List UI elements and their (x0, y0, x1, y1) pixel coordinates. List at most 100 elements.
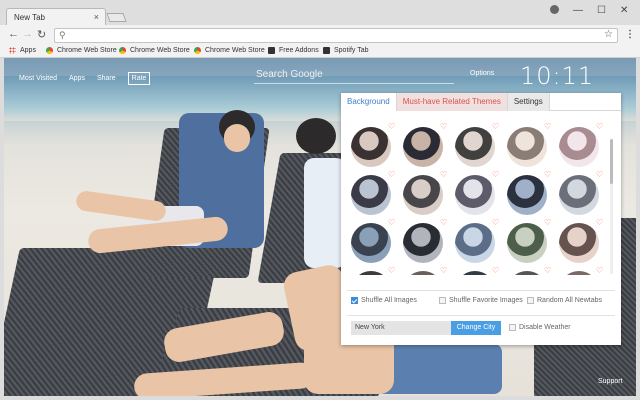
chrome-web-store-icon (194, 47, 201, 54)
chrome-menu-icon[interactable]: ⋮ (625, 29, 635, 40)
back-arrow-icon[interactable]: ← (8, 28, 19, 40)
panel-tabs: Background Must-have Related Themes Sett… (341, 93, 621, 111)
bookmark-chrome-web-store[interactable]: Chrome Web Store (46, 47, 117, 54)
reload-icon[interactable]: ↻ (37, 28, 46, 41)
favorite-heart-icon[interactable]: ♡ (492, 266, 499, 275)
chrome-web-store-icon (46, 47, 53, 54)
background-thumbnail[interactable] (455, 127, 495, 167)
profile-icon[interactable] (550, 5, 559, 14)
random-all-label: Random All Newtabs (537, 297, 602, 304)
favorite-heart-icon[interactable]: ♡ (388, 123, 395, 131)
favorite-heart-icon[interactable]: ♡ (440, 266, 447, 275)
browser-titlebar: New Tab × — ☐ ✕ (0, 0, 640, 25)
background-thumbnail[interactable] (403, 223, 443, 263)
favorite-heart-icon[interactable]: ♡ (596, 266, 603, 275)
favorite-heart-icon[interactable]: ♡ (492, 170, 499, 179)
background-thumbnail[interactable] (351, 175, 391, 215)
favorite-heart-icon[interactable]: ♡ (544, 123, 551, 131)
address-bar[interactable]: ⚲ ☆ (54, 28, 618, 43)
bookmark-free-addons[interactable]: Free Addons (268, 47, 319, 54)
scrollbar-thumb[interactable] (610, 139, 613, 184)
disable-weather-checkbox[interactable]: Disable Weather (509, 324, 571, 331)
background-thumbnail[interactable] (559, 271, 599, 275)
apps-link[interactable]: Apps (69, 75, 85, 82)
background-thumbnail[interactable] (351, 271, 391, 275)
apps-grid-icon (9, 47, 16, 54)
bookmark-label: Chrome Web Store (130, 47, 190, 54)
background-thumbnail[interactable] (403, 127, 443, 167)
background-person (304, 158, 346, 268)
favorite-heart-icon[interactable]: ♡ (596, 170, 603, 179)
background-thumbnail-grid: ♡ ♡ ♡ ♡ ♡ ♡ ♡ ♡ ♡ ♡ ♡ ♡ ♡ ♡ ♡ ♡ ♡ ♡ ♡ ♡ (349, 123, 607, 275)
change-city-button[interactable]: Change City (451, 321, 501, 335)
city-input[interactable]: New York (351, 321, 451, 335)
tab-related-themes[interactable]: Must-have Related Themes (396, 93, 507, 111)
favorite-heart-icon[interactable]: ♡ (544, 170, 551, 179)
favorite-heart-icon[interactable]: ♡ (596, 123, 603, 131)
search-icon: ⚲ (59, 30, 66, 40)
favorite-heart-icon[interactable]: ♡ (388, 170, 395, 179)
favorite-heart-icon[interactable]: ♡ (388, 218, 395, 227)
forward-arrow-icon[interactable]: → (22, 28, 33, 40)
background-thumbnail[interactable] (455, 223, 495, 263)
favorite-heart-icon[interactable]: ♡ (492, 218, 499, 227)
options-link[interactable]: Options (470, 70, 494, 77)
tab-title: New Tab (14, 13, 45, 22)
background-thumbnail[interactable] (351, 127, 391, 167)
share-link[interactable]: Share (97, 75, 116, 82)
divider (347, 315, 615, 316)
minimize-icon[interactable]: — (573, 5, 583, 16)
background-thumbnail[interactable] (559, 175, 599, 215)
background-thumbnail[interactable] (403, 271, 443, 275)
chrome-web-store-icon (119, 47, 126, 54)
addon-icon (323, 47, 330, 54)
bookmarks-bar: Apps Chrome Web Store Chrome Web Store C… (0, 45, 640, 58)
favorite-heart-icon[interactable]: ♡ (596, 218, 603, 227)
background-thumbnail[interactable] (455, 271, 495, 275)
disable-weather-label: Disable Weather (519, 324, 571, 331)
background-thumbnail[interactable] (507, 127, 547, 167)
tab-settings[interactable]: Settings (506, 93, 550, 111)
close-tab-icon[interactable]: × (94, 12, 99, 22)
rate-button[interactable]: Rate (127, 72, 151, 85)
shuffle-favorite-checkbox[interactable]: Shuffle Favorite Images (439, 297, 523, 304)
favorite-heart-icon[interactable]: ♡ (544, 266, 551, 275)
random-all-checkbox[interactable]: Random All Newtabs (527, 297, 602, 304)
favorite-heart-icon[interactable]: ♡ (440, 123, 447, 131)
background-thumbnail[interactable] (559, 223, 599, 263)
bookmark-star-icon[interactable]: ☆ (604, 29, 613, 40)
bookmark-label: Apps (20, 47, 36, 54)
background-thumbnail[interactable] (351, 223, 391, 263)
favorite-heart-icon[interactable]: ♡ (440, 170, 447, 179)
shuffle-all-checkbox[interactable]: Shuffle All Images (351, 297, 417, 304)
favorite-heart-icon[interactable]: ♡ (492, 123, 499, 131)
background-thumbnail[interactable] (455, 175, 495, 215)
background-thumbnail[interactable] (403, 175, 443, 215)
maximize-icon[interactable]: ☐ (597, 5, 606, 16)
bookmark-apps[interactable]: Apps (9, 47, 36, 54)
checkbox-icon (439, 297, 446, 304)
browser-toolbar: ← → ↻ ⚲ ☆ ⋮ (0, 25, 640, 45)
support-link[interactable]: Support (598, 378, 623, 385)
close-window-icon[interactable]: ✕ (620, 5, 628, 16)
most-visited-link[interactable]: Most Visited (19, 75, 57, 82)
bookmark-chrome-web-store[interactable]: Chrome Web Store (194, 47, 265, 54)
background-thumbnail[interactable] (507, 175, 547, 215)
favorite-heart-icon[interactable]: ♡ (440, 218, 447, 227)
background-thumbnail[interactable] (507, 271, 547, 275)
background-person (296, 118, 336, 154)
bookmark-chrome-web-store[interactable]: Chrome Web Store (119, 47, 190, 54)
background-thumbnail[interactable] (507, 223, 547, 263)
background-thumbnail[interactable] (559, 127, 599, 167)
clock: 10:11 (520, 62, 595, 90)
browser-tab[interactable]: New Tab × (6, 8, 106, 25)
favorite-heart-icon[interactable]: ♡ (388, 266, 395, 275)
favorite-heart-icon[interactable]: ♡ (544, 218, 551, 227)
google-search-input[interactable]: Search Google (254, 66, 454, 84)
tab-background[interactable]: Background (341, 93, 397, 111)
new-tab-button[interactable] (106, 13, 127, 22)
background-person (224, 124, 250, 152)
checkbox-checked-icon (351, 297, 358, 304)
bookmark-label: Chrome Web Store (205, 47, 265, 54)
bookmark-spotify-tab[interactable]: Spotify Tab (323, 47, 369, 54)
